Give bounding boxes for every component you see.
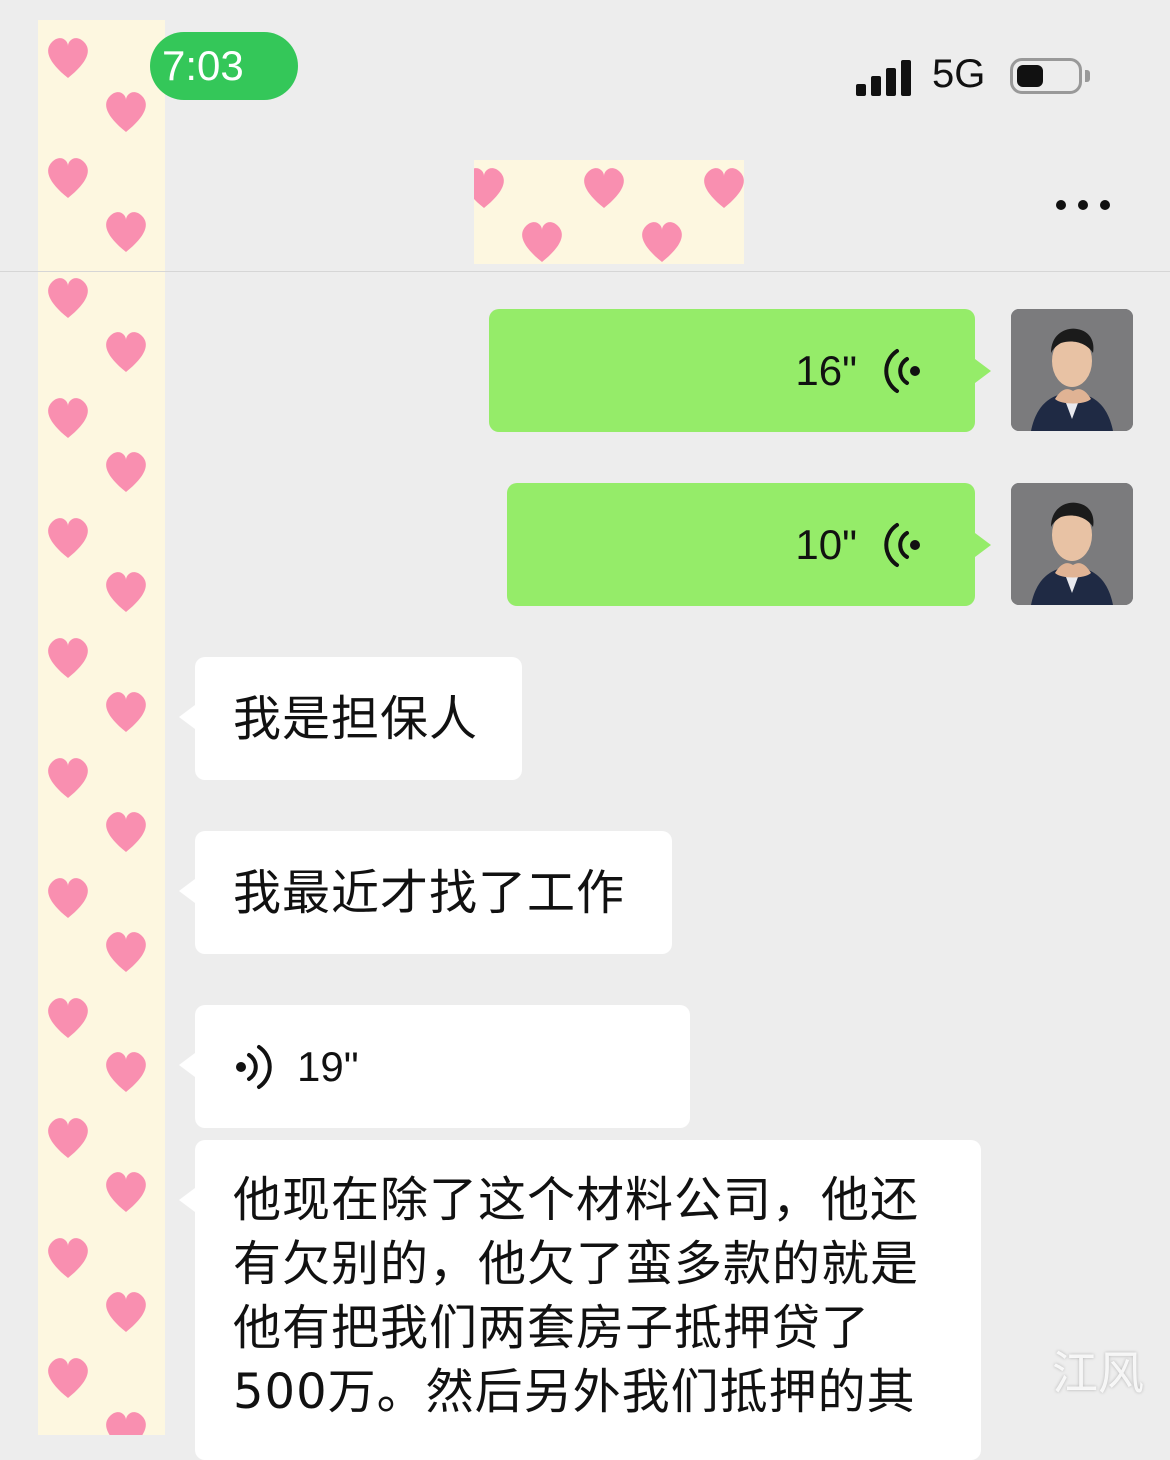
message-text: 他现在除了这个材料公司，他还 有欠别的，他欠了蛮多款的就是 他有把我们两套房子抵… bbox=[233, 1168, 919, 1424]
incoming-voice-message[interactable]: 19" bbox=[195, 1005, 690, 1128]
nav-divider bbox=[0, 271, 1170, 272]
battery-level bbox=[1017, 65, 1043, 87]
my-avatar[interactable] bbox=[1011, 483, 1133, 605]
watermark: 江风 bbox=[1052, 1346, 1144, 1400]
message-text: 我是担保人 bbox=[233, 691, 479, 747]
incoming-text-message[interactable]: 他现在除了这个材料公司，他还 有欠别的，他欠了蛮多款的就是 他有把我们两套房子抵… bbox=[195, 1140, 981, 1460]
incoming-text-message[interactable]: 我最近才找了工作 bbox=[195, 831, 672, 954]
more-dots-icon bbox=[1056, 200, 1066, 210]
message-line: 有欠别的，他欠了蛮多款的就是 bbox=[233, 1236, 920, 1292]
voice-wave-icon bbox=[884, 523, 920, 567]
more-dots-icon bbox=[1078, 200, 1088, 210]
incoming-text-message[interactable]: 我是担保人 bbox=[195, 657, 522, 780]
outgoing-voice-message[interactable]: 16" bbox=[489, 309, 975, 432]
my-avatar[interactable] bbox=[1011, 309, 1133, 431]
redaction-sticker-left bbox=[38, 20, 165, 1435]
signal-strength-icon bbox=[856, 58, 916, 96]
chat-title-redacted bbox=[474, 160, 744, 264]
person-avatar-icon bbox=[1011, 483, 1133, 605]
voice-duration: 10" bbox=[795, 521, 857, 568]
battery-nub bbox=[1085, 70, 1090, 82]
message-line: 500万。然后另外我们抵押的其 bbox=[233, 1364, 916, 1420]
more-dots-icon bbox=[1100, 200, 1110, 210]
outgoing-voice-message[interactable]: 10" bbox=[507, 483, 975, 606]
voice-duration: 19" bbox=[297, 1043, 359, 1090]
status-time: 7:03 bbox=[150, 32, 298, 100]
voice-wave-icon bbox=[236, 1045, 272, 1089]
message-line: 他现在除了这个材料公司，他还 bbox=[233, 1172, 920, 1228]
voice-duration: 16" bbox=[795, 347, 857, 394]
message-line: 他有把我们两套房子抵押贷了 bbox=[233, 1300, 871, 1356]
more-options-button[interactable] bbox=[1056, 190, 1116, 220]
battery-icon bbox=[1010, 58, 1082, 94]
voice-wave-icon bbox=[884, 349, 920, 393]
person-avatar-icon bbox=[1011, 309, 1133, 431]
network-type: 5G bbox=[932, 52, 986, 96]
message-text: 我最近才找了工作 bbox=[233, 865, 626, 921]
